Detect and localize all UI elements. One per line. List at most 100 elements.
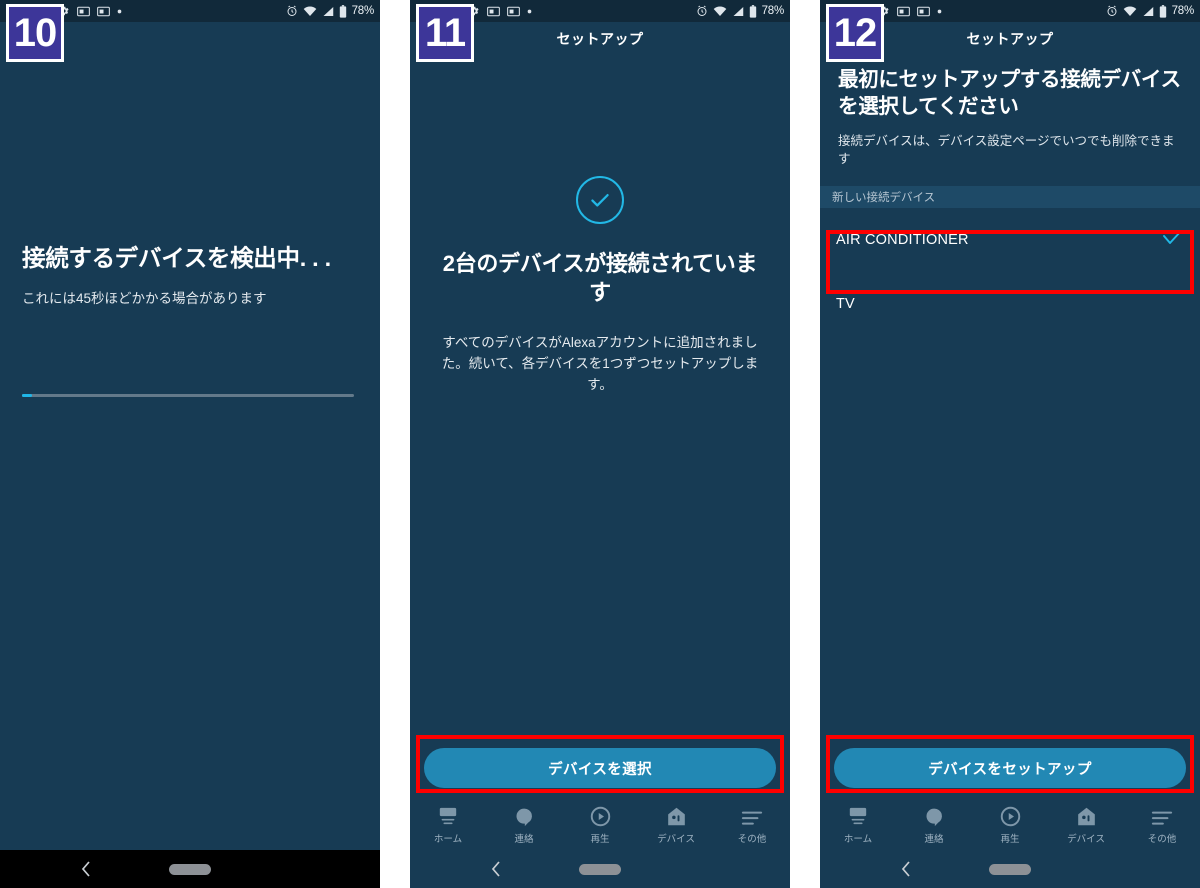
status-bar-right-icons: 78% <box>696 4 785 18</box>
wifi-icon <box>303 6 317 17</box>
screenshot-board: 78% 10 接続するデバイスを検出中. . . これには45秒ほどかかる場合が… <box>0 0 1200 888</box>
card-icon <box>507 6 520 17</box>
card-icon <box>897 6 910 17</box>
phone-screen-panel-12: 78% 12 セットアップ 最初にセットアップする接続デバイスを選択してください… <box>820 0 1200 888</box>
tab-more[interactable]: その他 <box>714 805 790 845</box>
android-nav-bar <box>0 850 380 888</box>
dot-icon <box>937 9 942 14</box>
play-circle-icon <box>590 805 611 827</box>
progress-bar-fill <box>22 394 32 397</box>
chevron-left-icon[interactable] <box>488 859 504 879</box>
tab-label: デバイス <box>657 834 695 845</box>
step-badge-11: 11 <box>416 4 474 62</box>
wifi-icon <box>1123 6 1137 17</box>
check-circle-icon <box>576 176 624 224</box>
signal-icon <box>1142 6 1154 17</box>
status-bar-left-icons <box>58 5 286 17</box>
chevron-left-icon[interactable] <box>78 859 94 879</box>
page-title: 2台のデバイスが接続されています <box>442 251 758 305</box>
tab-home[interactable]: ホーム <box>410 805 486 845</box>
tab-devices[interactable]: デバイス <box>638 805 714 845</box>
battery-percent-label: 78% <box>761 5 785 17</box>
status-bar-right-icons: 78% <box>1106 4 1195 18</box>
wifi-icon <box>713 6 727 17</box>
tab-contacts[interactable]: 連絡 <box>896 805 972 845</box>
android-nav-bar <box>410 850 790 888</box>
progress-bar-track <box>22 394 354 397</box>
card-icon <box>77 6 90 17</box>
signal-icon <box>732 6 744 17</box>
bottom-tab-bar: ホーム 連絡 再生 デバイス その他 <box>410 800 790 850</box>
page-subtitle: 接続デバイスは、デバイス設定ページでいつでも削除できます <box>838 134 1175 167</box>
hamburger-menu-icon <box>741 805 763 827</box>
hamburger-menu-icon <box>1151 805 1173 827</box>
tab-play[interactable]: 再生 <box>562 805 638 845</box>
dot-icon <box>527 9 532 14</box>
home-pill-icon[interactable] <box>579 863 621 875</box>
tab-label: 連絡 <box>514 834 534 845</box>
tab-label: デバイス <box>1067 834 1105 845</box>
step-badge-12: 12 <box>826 4 884 62</box>
cta-zone: デバイスを選択 <box>410 740 790 800</box>
house-devices-icon <box>1076 805 1097 827</box>
detecting-screen-body: 接続するデバイスを検出中. . . これには45秒ほどかかる場合があります <box>0 22 380 888</box>
tab-label: その他 <box>1147 834 1177 845</box>
page-body-text: すべてのデバイスがAlexaアカウントに追加されました。続いて、各デバイスを1つ… <box>441 335 759 393</box>
tab-contacts[interactable]: 連絡 <box>486 805 562 845</box>
phone-screen-panel-10: 78% 10 接続するデバイスを検出中. . . これには45秒ほどかかる場合が… <box>0 0 380 888</box>
device-name-label: AIR CONDITIONER <box>836 232 969 249</box>
status-bar-left-icons <box>878 5 1106 17</box>
status-bar-left-icons <box>468 5 696 17</box>
home-pill-icon[interactable] <box>169 863 211 875</box>
device-list-item-tv[interactable]: TV <box>820 272 1200 336</box>
card-icon <box>917 6 930 17</box>
device-list-item-air-conditioner[interactable]: AIR CONDITIONER <box>820 208 1200 272</box>
tab-label: ホーム <box>433 834 463 845</box>
tab-label: 連絡 <box>924 834 944 845</box>
device-selection-body: 最初にセットアップする接続デバイスを選択してください 接続デバイスは、デバイス設… <box>820 56 1200 336</box>
tab-home[interactable]: ホーム <box>820 805 896 845</box>
list-section-header: 新しい接続デバイス <box>820 186 1200 209</box>
battery-icon <box>339 4 347 18</box>
dot-icon <box>117 9 122 14</box>
tab-devices[interactable]: デバイス <box>1048 805 1124 845</box>
check-icon <box>1160 226 1184 254</box>
bottom-tab-bar: ホーム 連絡 再生 デバイス その他 <box>820 800 1200 850</box>
phone-screen-panel-11: 78% 11 セットアップ 2台のデバイスが接続されています すべてのデバイスが… <box>410 0 790 888</box>
tab-play[interactable]: 再生 <box>972 805 1048 845</box>
home-device-icon <box>847 805 869 827</box>
chevron-left-icon[interactable] <box>898 859 914 879</box>
page-title: 最初にセットアップする接続デバイスを選択してください <box>838 68 1181 119</box>
card-icon <box>487 6 500 17</box>
success-icon-wrap <box>410 176 790 224</box>
home-pill-icon[interactable] <box>989 863 1031 875</box>
card-icon <box>97 6 110 17</box>
battery-percent-label: 78% <box>1171 5 1195 17</box>
alarm-icon <box>1106 5 1118 17</box>
cta-zone: デバイスをセットアップ <box>820 740 1200 800</box>
house-devices-icon <box>666 805 687 827</box>
select-device-button[interactable]: デバイスを選択 <box>424 748 776 788</box>
page-title: 接続するデバイスを検出中. . . <box>22 245 331 271</box>
home-device-icon <box>437 805 459 827</box>
android-nav-bar <box>820 850 1200 888</box>
speech-bubble-icon <box>514 805 534 827</box>
battery-percent-label: 78% <box>351 5 375 17</box>
page-subtitle: これには45秒ほどかかる場合があります <box>22 291 267 306</box>
tab-label: その他 <box>737 834 767 845</box>
tab-label: 再生 <box>590 834 610 845</box>
status-bar-right-icons: 78% <box>286 4 375 18</box>
alarm-icon <box>286 5 298 17</box>
alarm-icon <box>696 5 708 17</box>
tab-label: ホーム <box>843 834 873 845</box>
battery-icon <box>749 4 757 18</box>
device-name-label: TV <box>836 296 855 313</box>
battery-icon <box>1159 4 1167 18</box>
tab-more[interactable]: その他 <box>1124 805 1200 845</box>
setup-device-button[interactable]: デバイスをセットアップ <box>834 748 1186 788</box>
play-circle-icon <box>1000 805 1021 827</box>
signal-icon <box>322 6 334 17</box>
step-badge-10: 10 <box>6 4 64 62</box>
speech-bubble-icon <box>924 805 944 827</box>
tab-label: 再生 <box>1000 834 1020 845</box>
